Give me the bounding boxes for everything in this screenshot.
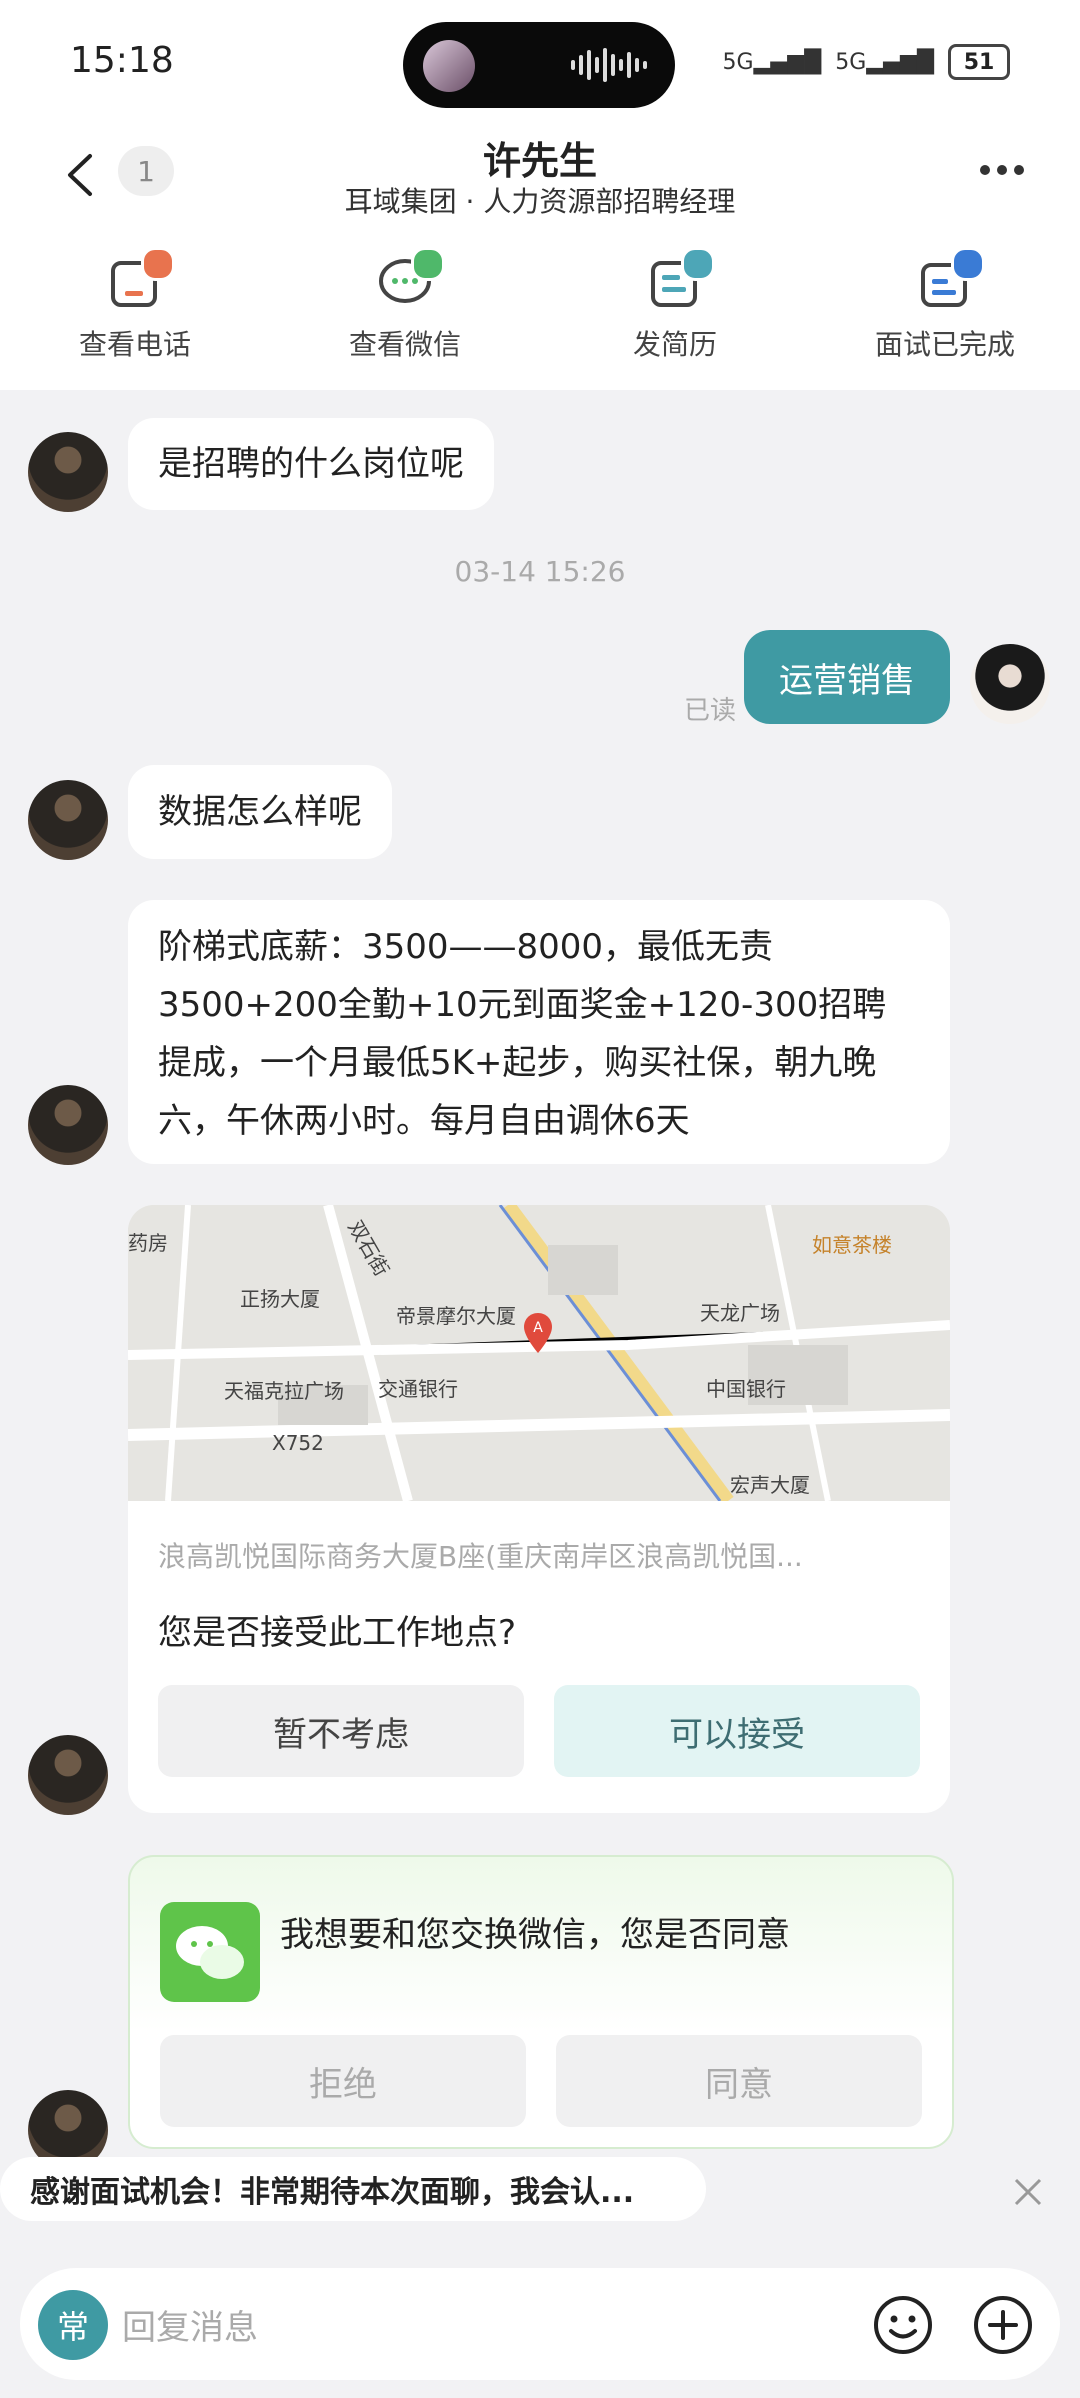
action-label: 查看电话 (78, 328, 191, 361)
signal-icon-2: 5G▂▄▆█ (835, 49, 934, 75)
close-icon[interactable] (1008, 2172, 1048, 2212)
common-phrases-button[interactable]: 常 (38, 2290, 108, 2360)
recruiter-avatar[interactable] (28, 1735, 108, 1815)
message-timestamp: 03-14 15:26 (454, 555, 626, 588)
action-label: 查看微信 (348, 328, 461, 361)
audio-wave-icon (571, 48, 651, 82)
wechat-chat-icon (377, 247, 445, 311)
map-label: X752 (272, 1431, 324, 1455)
decline-location-button[interactable]: 暂不考虑 (158, 1685, 524, 1777)
action-label: 发简历 (632, 328, 717, 361)
map-label: 中国银行 (706, 1377, 786, 1401)
recruiter-avatar[interactable] (28, 432, 108, 512)
location-question: 您是否接受此工作地点? (158, 1613, 517, 1653)
location-map[interactable]: 药房 正扬大厦 帝景摩尔大厦 天龙广场 如意茶楼 天福克拉广场 交通银行 中国银… (128, 1205, 950, 1501)
recruiter-avatar[interactable] (28, 1085, 108, 1165)
status-time: 15:18 (70, 40, 174, 81)
reject-wechat-button[interactable]: 拒绝 (160, 2035, 526, 2127)
wechat-icon (160, 1902, 260, 2002)
wechat-exchange-text: 我想要和您交换微信，您是否同意 (280, 1915, 790, 1955)
message-bubble[interactable]: 数据怎么样呢 (128, 765, 392, 859)
dynamic-island[interactable] (403, 22, 675, 108)
svg-text:A: A (533, 1320, 543, 1336)
more-icon[interactable] (980, 165, 1024, 175)
send-resume-button[interactable]: 发简历 (575, 247, 775, 363)
location-address[interactable]: 浪高凯悦国际商务大厦B座(重庆南岸区浪高凯悦国... (158, 1535, 918, 1575)
read-status: 已读 (684, 696, 737, 726)
map-label: 帝景摩尔大厦 (396, 1304, 516, 1328)
emoji-icon[interactable] (872, 2294, 934, 2356)
interview-calendar-icon (917, 247, 985, 311)
contact-name: 许先生 (482, 139, 597, 183)
map-pin-icon: A (524, 1313, 552, 1353)
quick-reply-suggestion[interactable]: 感谢面试机会！非常期待本次面聊，我会认... (0, 2157, 706, 2221)
action-label: 面试已完成 (874, 328, 1015, 361)
job-details-bubble[interactable]: 阶梯式底薪：3500——8000，最低无责3500+200全勤+10元到面奖金+… (128, 900, 950, 1164)
map-label: 如意茶楼 (812, 1233, 892, 1257)
battery-icon: 51 (948, 44, 1010, 80)
resume-icon (647, 247, 715, 311)
location-card: 药房 正扬大厦 帝景摩尔大厦 天龙广场 如意茶楼 天福克拉广场 交通银行 中国银… (128, 1205, 950, 1813)
map-label: 药房 (128, 1231, 168, 1255)
view-phone-button[interactable]: 查看电话 (35, 247, 235, 363)
status-icons: 5G▂▄▆█ 5G▂▄▆█ 51 (723, 44, 1010, 80)
agree-wechat-button[interactable]: 同意 (556, 2035, 922, 2127)
reply-placeholder: 回复消息 (122, 2308, 258, 2348)
accept-location-button[interactable]: 可以接受 (554, 1685, 920, 1777)
map-label: 正扬大厦 (240, 1287, 320, 1311)
map-label: 天龙广场 (700, 1301, 780, 1325)
phone-card-icon (107, 247, 175, 311)
media-thumbnail (423, 40, 475, 92)
my-avatar[interactable] (970, 644, 1050, 724)
plus-icon[interactable] (972, 2294, 1034, 2356)
job-details-text: 阶梯式底薪：3500——8000，最低无责3500+200全勤+10元到面奖金+… (158, 927, 887, 1141)
recruiter-avatar[interactable] (28, 780, 108, 860)
interview-done-button[interactable]: 面试已完成 (845, 247, 1045, 363)
contact-subtitle: 耳域集团 · 人力资源部招聘经理 (344, 185, 736, 218)
signal-icon: 5G▂▄▆█ (722, 49, 822, 75)
wechat-exchange-card: 我想要和您交换微信，您是否同意 拒绝 同意 (128, 1855, 954, 2149)
map-label: 交通银行 (378, 1377, 458, 1401)
view-wechat-button[interactable]: 查看微信 (305, 247, 505, 363)
my-message-bubble[interactable]: 运营销售 (744, 630, 950, 724)
map-label: 天福克拉广场 (224, 1379, 344, 1403)
map-label: 宏声大厦 (730, 1473, 810, 1497)
message-bubble[interactable]: 是招聘的什么岗位呢 (128, 418, 494, 510)
